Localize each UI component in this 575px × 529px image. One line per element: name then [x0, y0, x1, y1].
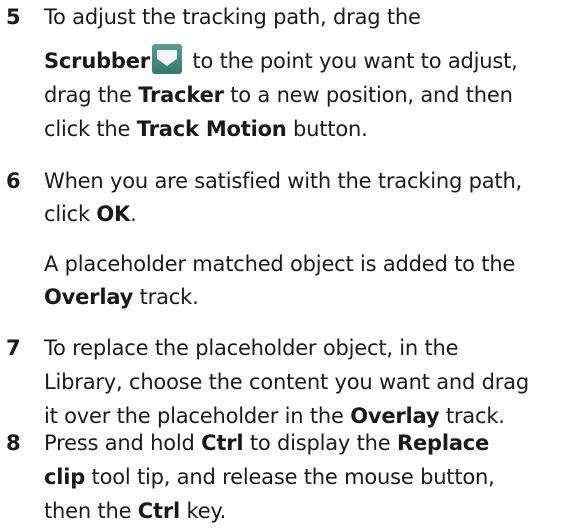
step-text-line: When you are satisfied with the tracking…: [44, 164, 570, 198]
step-note-line: Overlay track.: [44, 280, 570, 314]
ui-term: Ctrl: [201, 431, 244, 455]
step-text: to the point you want to adjust,: [185, 49, 518, 73]
step-note-line: A placeholder matched object is added to…: [44, 247, 570, 281]
ui-term: Tracker: [138, 83, 224, 107]
ui-term: Overlay: [44, 285, 134, 309]
step-text-line: To adjust the tracking path, drag the: [44, 0, 570, 34]
step-text: To adjust the tracking path, drag the: [44, 5, 421, 29]
step-text: .: [130, 202, 137, 226]
scrubber-icon: [151, 44, 182, 74]
step-number: 5: [6, 5, 21, 29]
step-text: button.: [286, 117, 368, 141]
step-number: 8: [6, 431, 21, 455]
step-note: track.: [133, 285, 199, 309]
step-text: Press and hold: [44, 431, 202, 455]
ui-term: Replace: [396, 431, 490, 455]
ui-term: Ctrl: [137, 499, 181, 523]
step-note: A placeholder matched object is added to…: [44, 252, 516, 276]
ui-term: OK: [96, 202, 131, 226]
step-text: click: [44, 202, 97, 226]
ui-term: Overlay: [350, 404, 440, 428]
step-text: it over the placeholder in the: [44, 404, 351, 428]
step-text: track.: [439, 404, 505, 428]
instruction-page: 5 To adjust the tracking path, drag the …: [0, 0, 575, 529]
step-text-line: Library, choose the content you want and…: [44, 365, 570, 399]
step-text: drag the: [44, 83, 139, 107]
step-text: to display the: [243, 431, 397, 455]
step-text: to a new position, and then: [223, 83, 513, 107]
step-text: tool tip, and release the mouse button,: [85, 465, 495, 489]
ui-term: Track Motion: [136, 117, 287, 141]
step-text-line: To replace the placeholder object, in th…: [44, 331, 570, 365]
ui-term: clip: [44, 465, 86, 489]
ui-term: Scrubber: [44, 49, 150, 73]
step-text-line: click the Track Motion button.: [44, 112, 570, 146]
step-text-line: clip tool tip, and release the mouse but…: [44, 460, 570, 494]
step-text-line: then the Ctrl key.: [44, 494, 570, 528]
step-text: click the: [44, 117, 137, 141]
step-text-line: Press and hold Ctrl to display the Repla…: [44, 426, 570, 460]
step-text-line: drag the Tracker to a new position, and …: [44, 78, 570, 112]
step-text-line: Scrubber to the point you want to adjust…: [44, 44, 570, 78]
step-text: To replace the placeholder object, in th…: [44, 336, 459, 360]
step-text: then the: [44, 499, 138, 523]
step-text: key.: [180, 499, 227, 523]
step-text: Library, choose the content you want and…: [44, 370, 529, 394]
step-text-line: click OK.: [44, 197, 570, 231]
step-text: When you are satisfied with the tracking…: [44, 169, 523, 193]
step-number: 6: [6, 169, 21, 193]
step-number: 7: [6, 336, 21, 360]
